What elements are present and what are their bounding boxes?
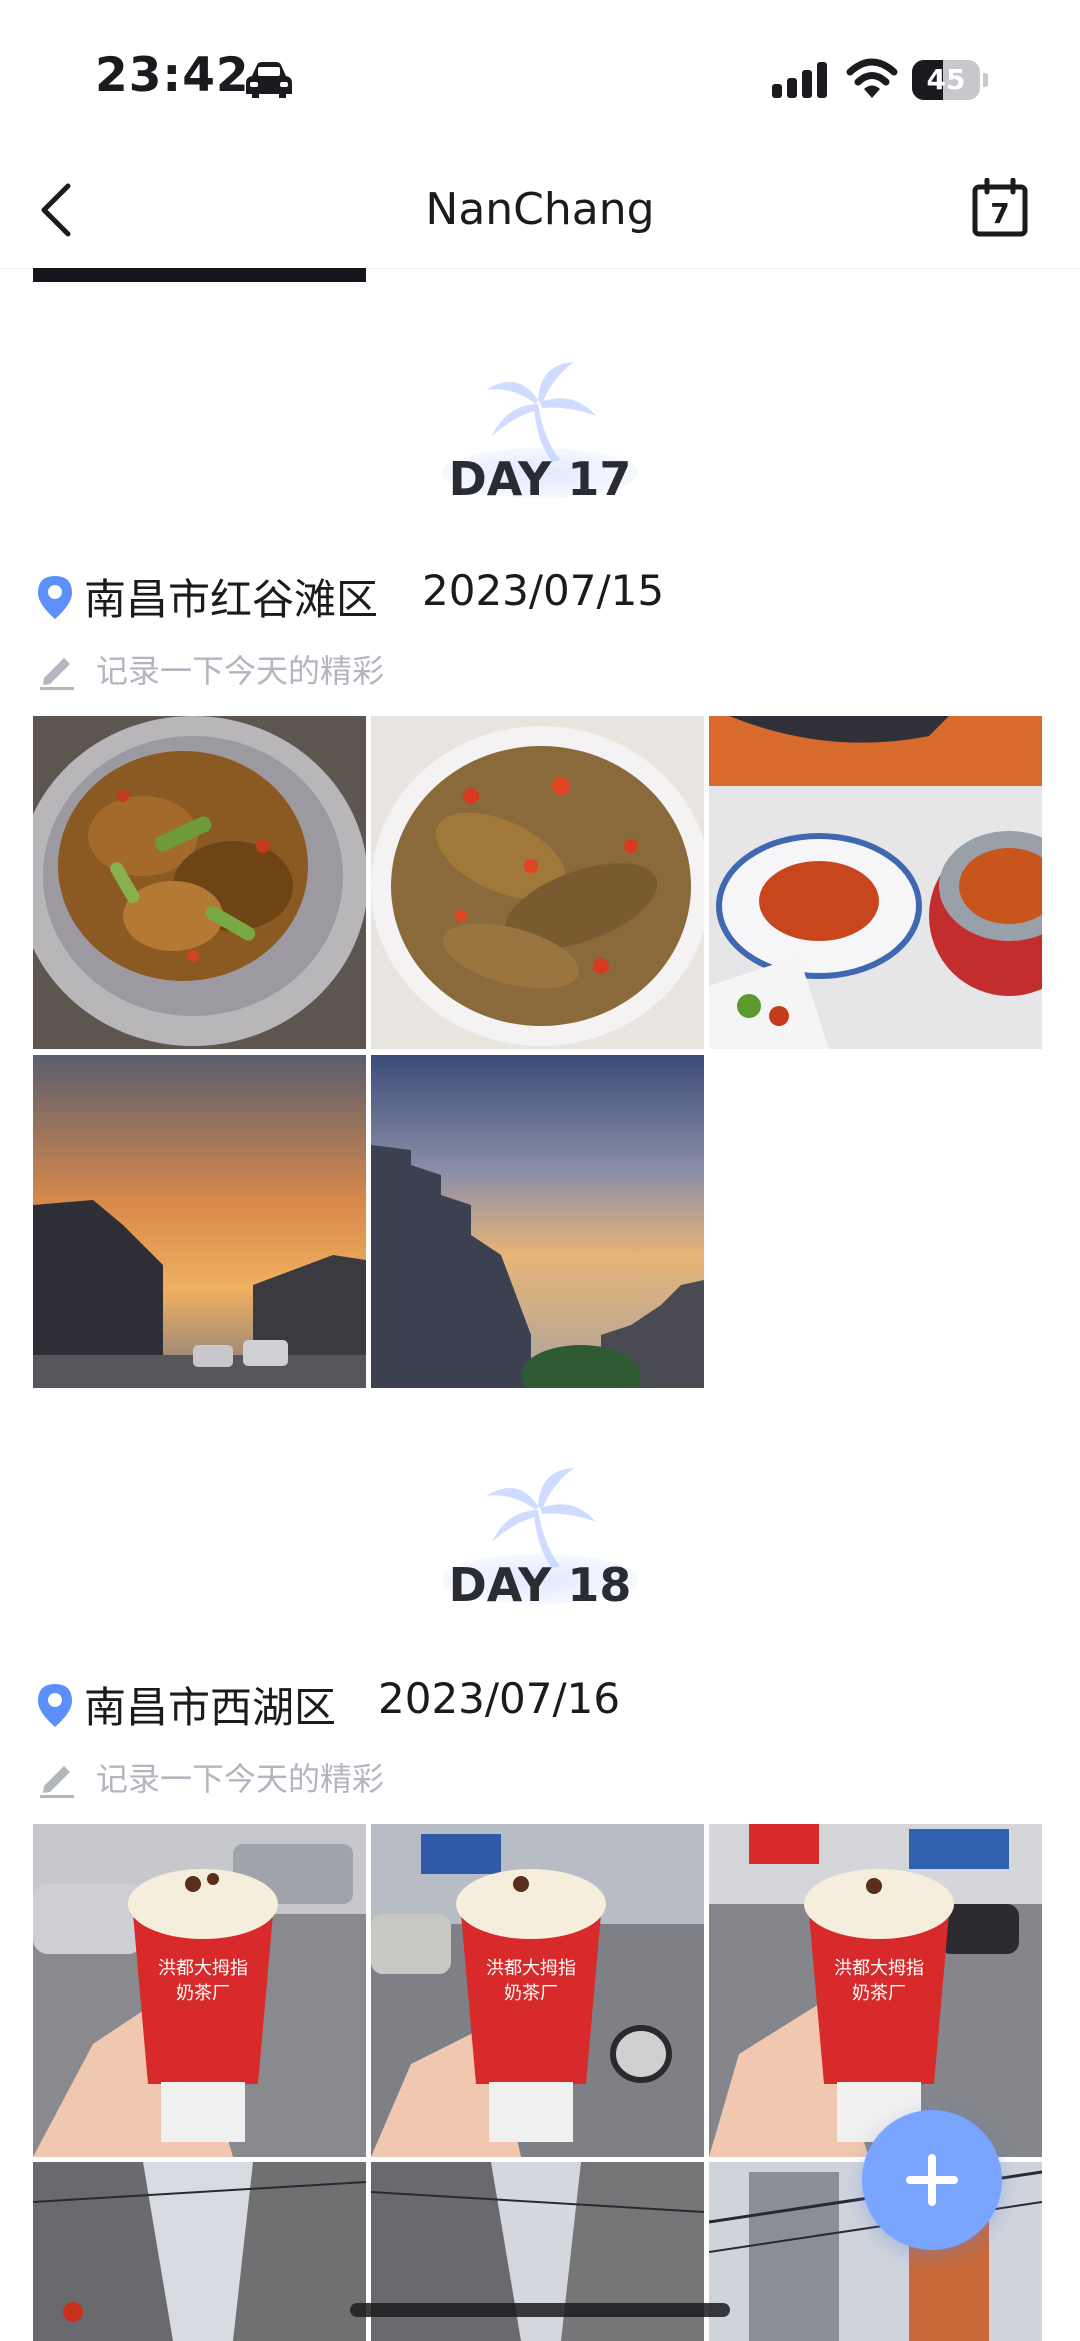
- cup-text-line-1: 洪都大拇指: [158, 1958, 248, 1979]
- photo-sunset-buildings[interactable]: [371, 1055, 704, 1388]
- cup-text-line-1: 洪都大拇指: [834, 1958, 924, 1979]
- photo-spicy-chicken-dish[interactable]: [33, 716, 366, 1049]
- location-pin-icon: [38, 576, 72, 619]
- status-time: 23:42: [95, 48, 250, 103]
- pencil-icon: [40, 1766, 74, 1798]
- wifi-icon: [846, 58, 898, 98]
- photo-milk-tea-street-2[interactable]: 洪都大拇指 奶茶厂: [371, 1824, 704, 2157]
- location-text: 南昌市西湖区: [84, 1683, 337, 1732]
- cup-text-line-2: 奶茶厂: [504, 1983, 558, 2004]
- day-badge: DAY 17: [0, 360, 1080, 520]
- note-placeholder: 记录一下今天的精彩: [96, 652, 385, 690]
- date-text: 2023/07/16: [378, 1674, 621, 1723]
- nav-header: NanChang 7: [0, 150, 1080, 269]
- signal-icon: [772, 62, 827, 98]
- battery-level-text: 45: [926, 63, 966, 96]
- calendar-day-number: 7: [990, 197, 1010, 230]
- location-row[interactable]: 南昌市西湖区 2023/07/16: [36, 1670, 736, 1732]
- location-row[interactable]: 南昌市红谷滩区 2023/07/15: [36, 562, 736, 624]
- photo-sunset-street[interactable]: [33, 1055, 366, 1388]
- page-title: NanChang: [425, 184, 655, 235]
- status-bar: 23:42 45: [0, 0, 1080, 150]
- cup-text-line-2: 奶茶厂: [852, 1983, 906, 2004]
- photo-milk-tea-street-1[interactable]: 洪都大拇指 奶茶厂: [33, 1824, 366, 2157]
- home-indicator: [350, 2303, 730, 2317]
- pencil-icon: [40, 658, 74, 690]
- battery-icon: 45: [912, 60, 988, 100]
- day-badge: DAY 18: [0, 1466, 1080, 1626]
- cup-text-line-2: 奶茶厂: [176, 1983, 230, 2004]
- location-pin-icon: [38, 1684, 72, 1727]
- day-title: DAY 17: [448, 452, 632, 506]
- photo-spicy-fish-dish[interactable]: [371, 716, 704, 1049]
- day-title: DAY 18: [448, 1558, 632, 1612]
- note-input[interactable]: 记录一下今天的精彩: [36, 1750, 536, 1800]
- note-input[interactable]: 记录一下今天的精彩: [36, 642, 536, 692]
- photo-alley-view-1[interactable]: [33, 2162, 366, 2341]
- photo-milk-tea-street-3[interactable]: 洪都大拇指 奶茶厂: [709, 1824, 1042, 2157]
- car-icon: [246, 62, 292, 98]
- cup-text-line-1: 洪都大拇指: [486, 1958, 576, 1979]
- previous-photo-edge[interactable]: [33, 268, 366, 282]
- date-text: 2023/07/15: [422, 566, 665, 615]
- photo-restaurant-table[interactable]: [709, 716, 1042, 1049]
- add-button[interactable]: [862, 2110, 1002, 2250]
- location-text: 南昌市红谷滩区: [84, 575, 379, 624]
- note-placeholder: 记录一下今天的精彩: [96, 1760, 385, 1798]
